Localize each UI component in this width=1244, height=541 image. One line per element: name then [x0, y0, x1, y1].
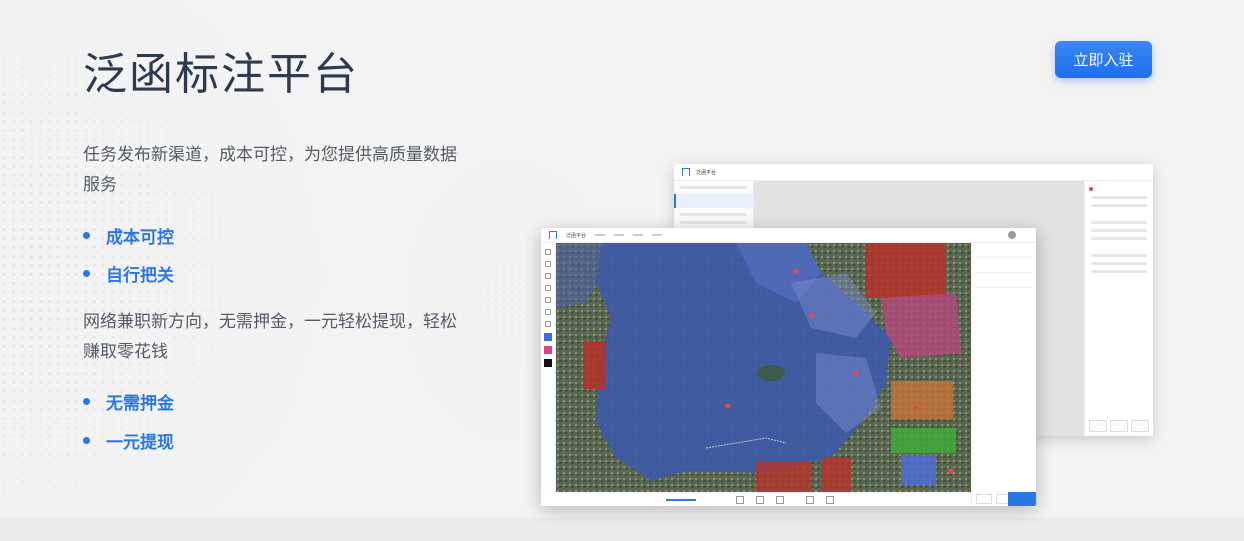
label-list-panel [971, 243, 1036, 506]
join-now-button[interactable]: 立即入驻 [1055, 41, 1152, 78]
app-name: 泛函平台 [566, 232, 587, 239]
attribute-panel [1084, 181, 1153, 436]
bullet-label: 自行把关 [106, 265, 174, 286]
bullet-label: 无需押金 [106, 393, 174, 414]
section2-description: 网络兼职新方向，无需押金，一元轻松提现，轻松赚取零花钱 [83, 312, 457, 362]
feature-bullet-no-deposit: 无需押金 [83, 390, 174, 414]
zoom-toolbar [556, 492, 971, 506]
bullet-label: 一元提现 [106, 432, 174, 453]
bullet-dot-icon [83, 231, 90, 239]
app-logo-icon [549, 231, 557, 239]
platform-screenshot-front: 泛函平台 [541, 228, 1036, 506]
bullet-dot-icon [83, 269, 90, 277]
feature-bullet-self-review: 自行把关 [83, 262, 174, 286]
feature-bullet-one-yuan-withdraw: 一元提现 [83, 429, 174, 453]
app-logo-icon [682, 168, 690, 176]
app-header: 泛函平台 [541, 228, 1036, 243]
app-header: 泛函平台 [674, 164, 1153, 181]
submit-button-mini [1008, 492, 1036, 506]
bullet-label: 成本可控 [106, 227, 174, 248]
section1-description: 任务发布新渠道，成本可控，为您提供高质量数据服务 [83, 145, 457, 195]
section-divider [0, 517, 1244, 541]
feature-bullet-cost-control: 成本可控 [83, 224, 174, 248]
app-name: 泛函平台 [696, 169, 717, 176]
satellite-map-annotation [556, 243, 971, 492]
bullet-dot-icon [83, 397, 90, 405]
action-buttons [1089, 420, 1149, 432]
page-title: 泛函标注平台 [83, 49, 359, 100]
bullet-dot-icon [83, 436, 90, 444]
tool-bar [541, 243, 556, 492]
